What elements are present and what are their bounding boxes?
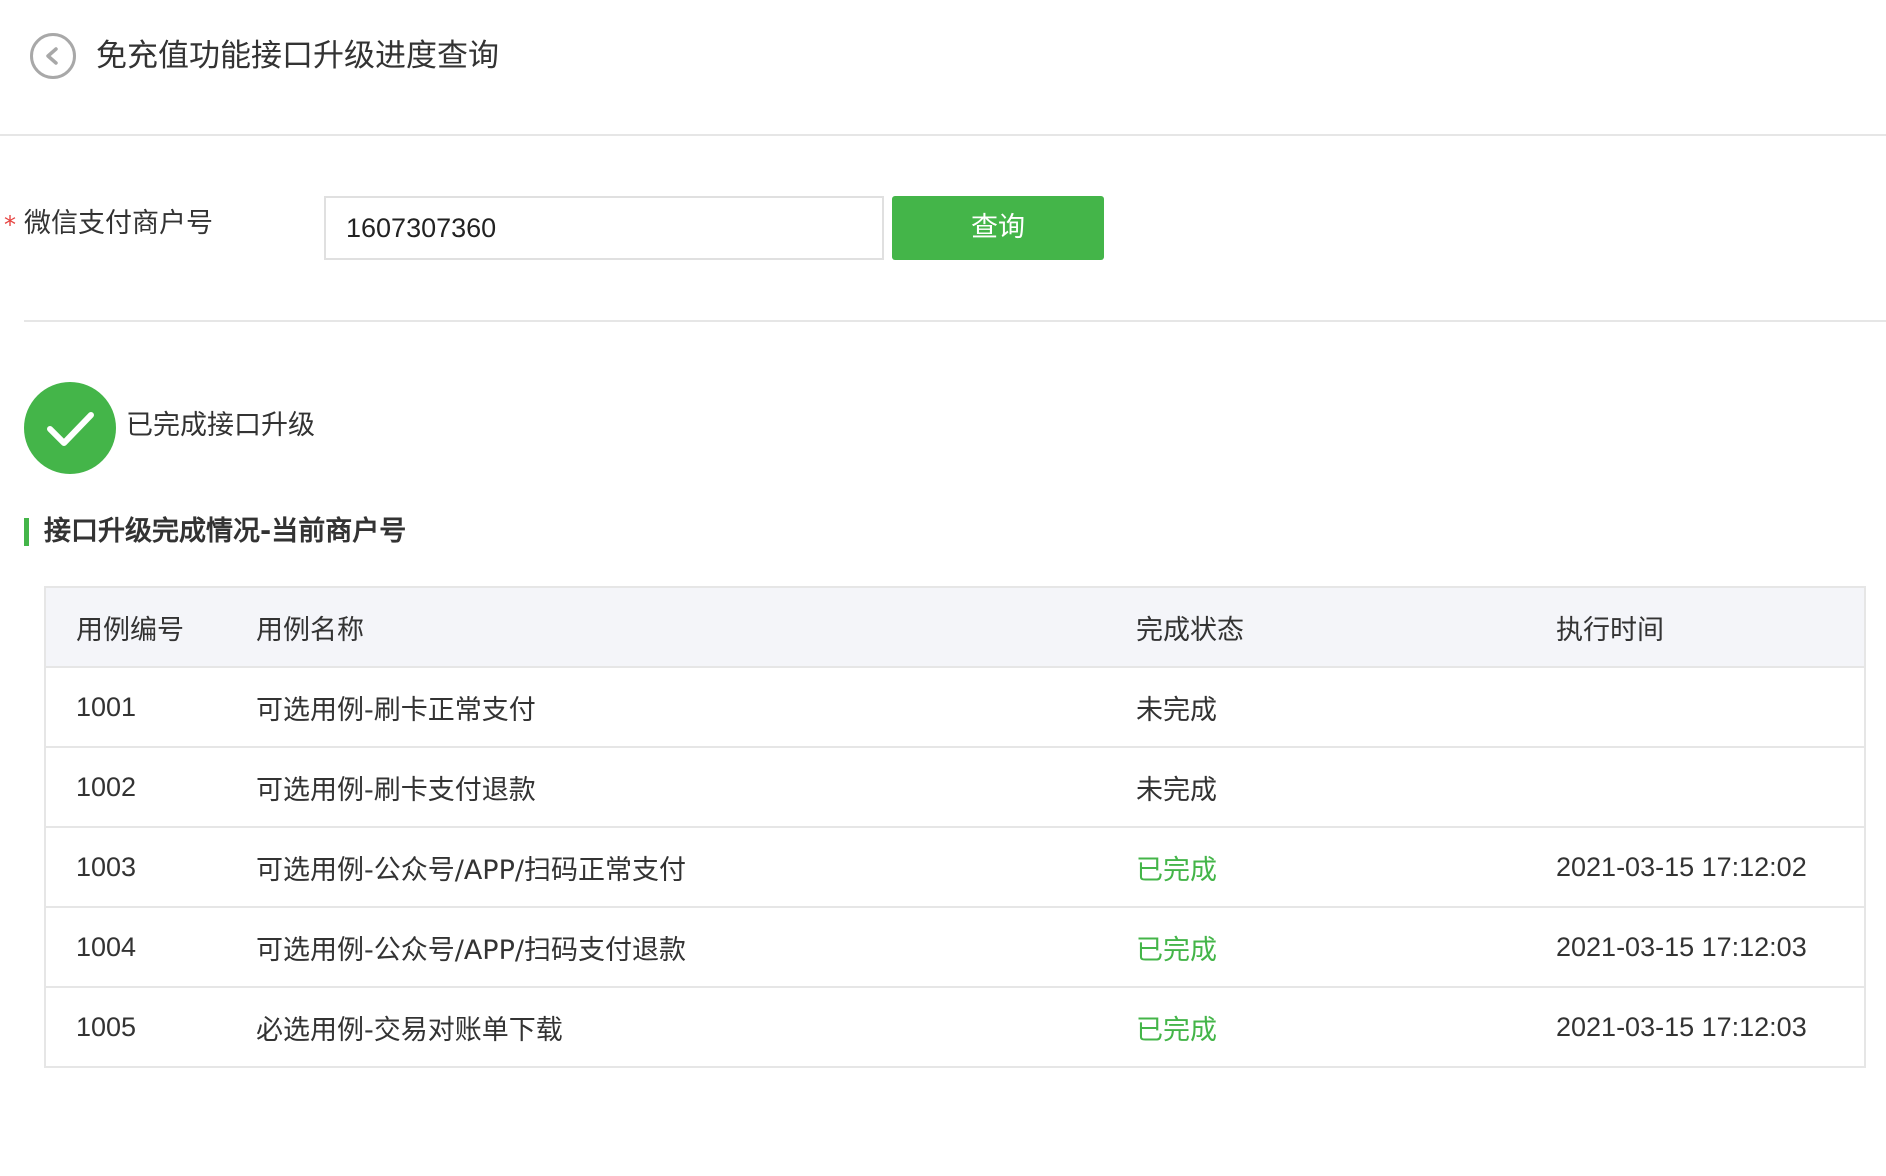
case-status-cell: 已完成	[1136, 1014, 1217, 1046]
table-row: 1001 可选用例-刷卡正常支付 未完成	[46, 667, 1864, 747]
table-body: 1001 可选用例-刷卡正常支付 未完成 1002 可选用例-刷卡支付退款 未完成 1003…	[46, 667, 1864, 1066]
check-circle-icon	[24, 382, 116, 474]
upgrade-status-text: 已完成接口升级	[126, 410, 315, 441]
case-name-cell: 可选用例-刷卡支付退款	[256, 774, 536, 806]
case-status-cell: 未完成	[1136, 774, 1217, 806]
case-name-cell: 可选用例-公众号/APP/扫码正常支付	[256, 854, 686, 886]
case-status-cell: 已完成	[1136, 854, 1217, 886]
table-row: 1005 必选用例-交易对账单下载 已完成 2021-03-15 17:12:03	[46, 987, 1864, 1066]
page-title: 免充值功能接口升级进度查询	[96, 38, 499, 74]
back-button[interactable]	[30, 33, 76, 79]
case-id-cell: 1005	[76, 1011, 137, 1042]
case-id-cell: 1004	[76, 931, 137, 962]
table-row: 1003 可选用例-公众号/APP/扫码正常支付 已完成 2021-03-15 17:…	[46, 827, 1864, 907]
case-time-cell: 2021-03-15 17:12:03	[1556, 1011, 1807, 1042]
required-mark: *	[4, 211, 16, 239]
case-time-cell: 2021-03-15 17:12:03	[1556, 931, 1807, 962]
merchant-query-form: * 微信支付商户号 查询	[0, 196, 1886, 260]
case-id-cell: 1002	[76, 771, 137, 802]
divider	[24, 320, 1886, 322]
column-header-id: 用例编号	[76, 614, 184, 646]
table-header-row: 用例编号 用例名称 完成状态 执行时间	[46, 588, 1864, 667]
case-time-cell	[1556, 747, 1864, 827]
case-status-cell: 已完成	[1136, 934, 1217, 966]
merchant-id-input[interactable]	[324, 196, 884, 260]
merchant-id-label: 微信支付商户号	[24, 208, 213, 239]
chevron-left-icon	[46, 47, 58, 65]
case-id-cell: 1003	[76, 851, 137, 882]
page-header: 免充值功能接口升级进度查询	[0, 0, 1886, 136]
table-row: 1004 可选用例-公众号/APP/扫码支付退款 已完成 2021-03-15 17:…	[46, 907, 1864, 987]
section-title: 接口升级完成情况-当前商户号	[44, 516, 407, 547]
table-row: 1002 可选用例-刷卡支付退款 未完成	[46, 747, 1864, 827]
case-name-cell: 必选用例-交易对账单下载	[256, 1014, 563, 1046]
column-header-status: 完成状态	[1136, 614, 1244, 646]
section-accent-bar	[24, 518, 29, 546]
test-case-table: 用例编号 用例名称 完成状态 执行时间 1001 可选用例-刷卡正常支付 未完成 10…	[44, 586, 1866, 1068]
case-time-cell: 2021-03-15 17:12:02	[1556, 851, 1807, 882]
case-name-cell: 可选用例-刷卡正常支付	[256, 694, 536, 726]
query-button[interactable]: 查询	[892, 196, 1104, 260]
case-name-cell: 可选用例-公众号/APP/扫码支付退款	[256, 934, 686, 966]
case-id-cell: 1001	[76, 691, 137, 722]
case-time-cell	[1556, 667, 1864, 747]
case-status-cell: 未完成	[1136, 694, 1217, 726]
column-header-time: 执行时间	[1556, 614, 1664, 646]
column-header-name: 用例名称	[256, 614, 364, 646]
